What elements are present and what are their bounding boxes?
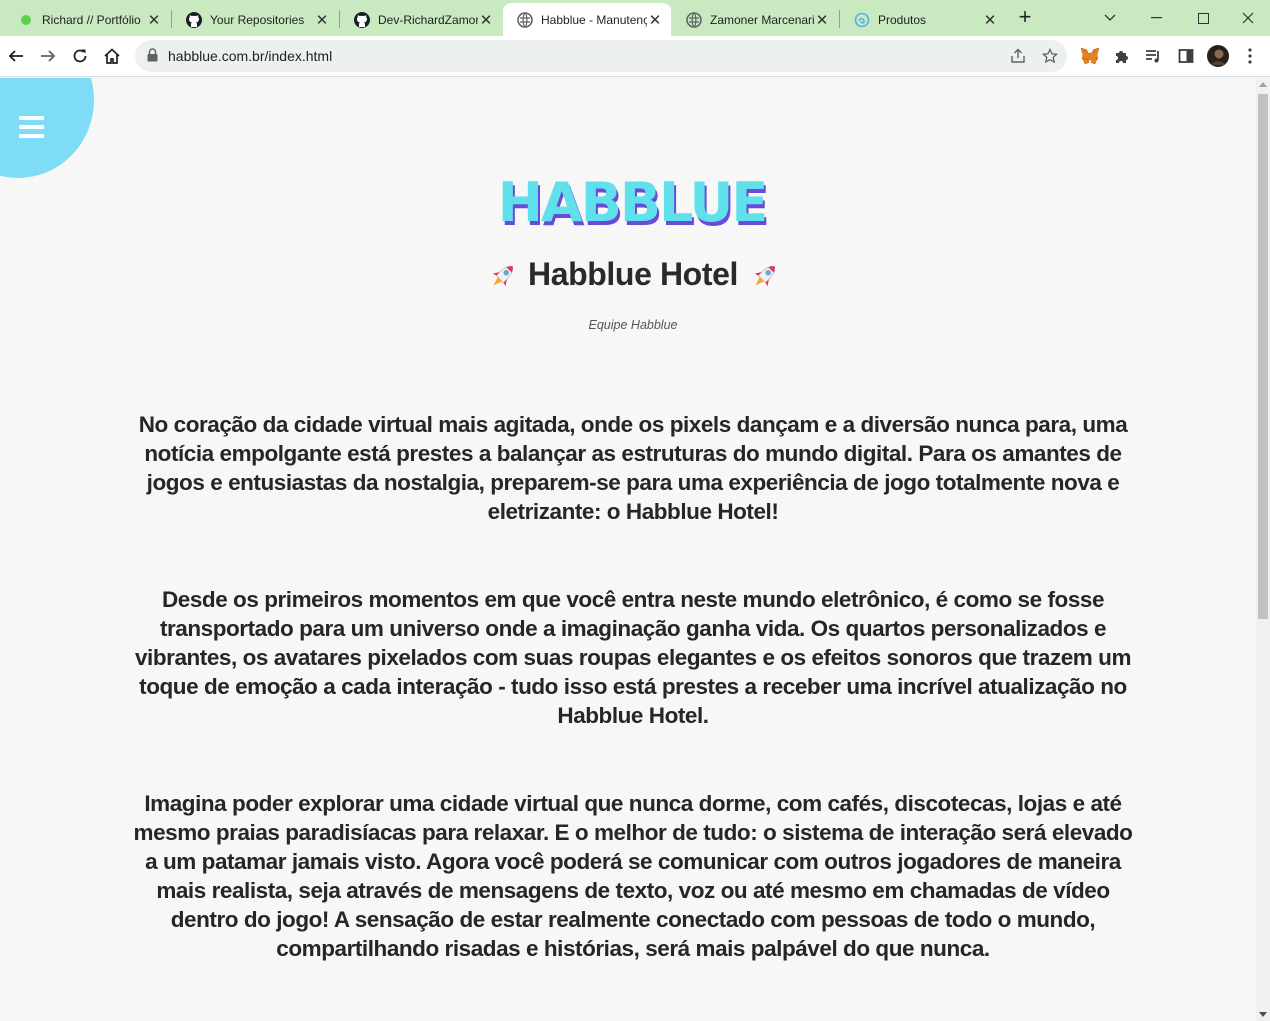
- headline-text: Habblue Hotel: [528, 256, 738, 292]
- chevron-down-icon[interactable]: [1087, 0, 1133, 36]
- tab-your-repositories[interactable]: Your Repositories ✕: [172, 3, 338, 36]
- green-dot-icon: [18, 12, 34, 28]
- tab-habblue-active[interactable]: Habblue - Manutenção ✕: [503, 3, 671, 36]
- habblue-logo: HABBLUE HABBLUE: [486, 171, 780, 238]
- close-icon[interactable]: ✕: [814, 12, 830, 29]
- side-panel-icon[interactable]: [1174, 44, 1198, 68]
- metamask-icon[interactable]: [1078, 44, 1102, 68]
- maximize-button[interactable]: [1180, 0, 1226, 36]
- github-icon: [354, 11, 370, 28]
- scroll-up-arrow-icon[interactable]: [1259, 82, 1267, 87]
- tab-title: Habblue - Manutenção: [541, 12, 647, 27]
- tab-title: Richard // Portfólio: [42, 12, 141, 27]
- home-button[interactable]: [98, 42, 126, 70]
- new-tab-button[interactable]: +: [1012, 6, 1038, 30]
- menu-blob: [0, 78, 94, 178]
- scroll-down-arrow-icon[interactable]: [1259, 1012, 1267, 1017]
- tab-dev-richardzamoner[interactable]: Dev-RichardZamoner ✕: [340, 3, 502, 36]
- vertical-scrollbar[interactable]: [1256, 78, 1270, 1021]
- tab-strip: Richard // Portfólio ✕ Your Repositories…: [0, 0, 1270, 36]
- globe-icon: [686, 11, 702, 28]
- page-title: Habblue Hotel: [0, 256, 1256, 295]
- share-icon[interactable]: [1009, 47, 1027, 65]
- close-icon[interactable]: ✕: [314, 12, 330, 29]
- tab-title: Dev-RichardZamoner: [378, 12, 478, 27]
- kebab-menu-icon[interactable]: [1238, 44, 1262, 68]
- rocket-icon: [746, 259, 782, 295]
- tab-title: Your Repositories: [210, 12, 305, 27]
- minimize-button[interactable]: [1133, 0, 1179, 36]
- tab-title: Zamoner Marcenaria: [710, 12, 814, 27]
- swirl-icon: [854, 12, 870, 28]
- profile-avatar[interactable]: [1206, 44, 1230, 68]
- tab-produtos[interactable]: Produtos ✕: [840, 3, 1006, 36]
- rocket-icon: [484, 259, 520, 295]
- browser-toolbar: habblue.com.br/index.html: [0, 36, 1270, 77]
- globe-icon: [517, 11, 533, 28]
- github-icon: [186, 11, 202, 28]
- tab-title: Produtos: [878, 12, 927, 27]
- puzzle-icon[interactable]: [1110, 44, 1134, 68]
- paragraph: Imagina poder explorar uma cidade virtua…: [133, 791, 1133, 961]
- close-icon[interactable]: ✕: [982, 12, 998, 29]
- paragraph: Desde os primeiros momentos em que você …: [134, 587, 1132, 728]
- url-text: habblue.com.br/index.html: [168, 48, 333, 64]
- byline: Equipe Habblue: [588, 318, 678, 332]
- media-queue-icon[interactable]: [1142, 44, 1166, 68]
- back-button[interactable]: [2, 42, 30, 70]
- reload-button[interactable]: [66, 42, 94, 70]
- close-window-button[interactable]: [1225, 0, 1270, 36]
- close-icon[interactable]: ✕: [146, 12, 162, 29]
- scrollbar-thumb[interactable]: [1258, 94, 1268, 619]
- page-content: HABBLUE HABBLUE Habblue Hotel Equipe Hab…: [0, 78, 1256, 1021]
- forward-button[interactable]: [34, 42, 62, 70]
- close-icon[interactable]: ✕: [478, 12, 494, 29]
- close-icon[interactable]: ✕: [647, 12, 663, 29]
- logo-text: HABBLUE: [498, 179, 767, 234]
- tab-richard-portfolio[interactable]: Richard // Portfólio ✕: [4, 3, 170, 36]
- lock-icon: [147, 48, 158, 67]
- hamburger-menu-icon[interactable]: [19, 116, 44, 138]
- bookmark-star-icon[interactable]: [1041, 47, 1059, 65]
- paragraph: No coração da cidade virtual mais agitad…: [138, 412, 1128, 524]
- tab-zamoner-marcenaria[interactable]: Zamoner Marcenaria ✕: [672, 3, 838, 36]
- address-bar[interactable]: habblue.com.br/index.html: [135, 40, 1067, 72]
